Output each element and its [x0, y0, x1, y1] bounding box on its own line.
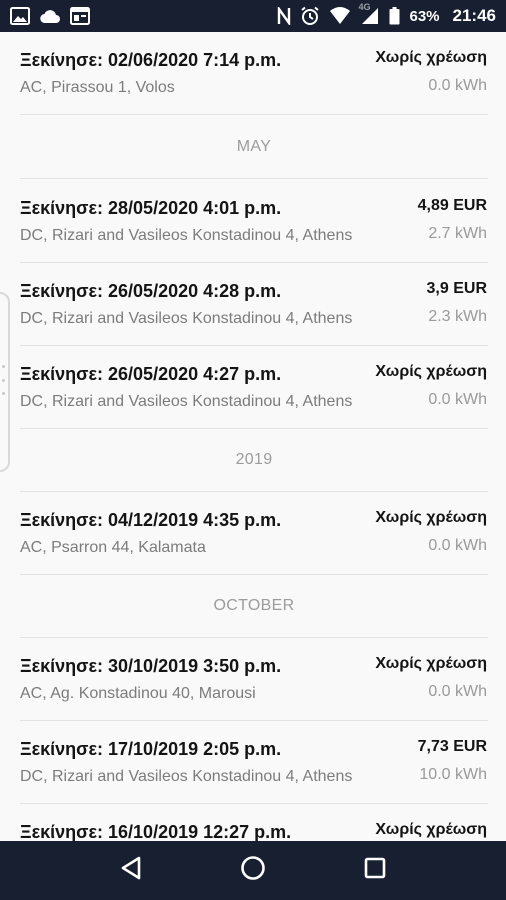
session-start-title: Ξεκίνησε: 26/05/2020 4:28 p.m.: [20, 281, 282, 301]
status-bar: 4G 63% 21:46: [0, 0, 506, 32]
session-location: DC, Rizari and Vasileos Konstadinou 4, A…: [20, 310, 353, 327]
session-energy: 2.7 kWh: [428, 225, 487, 242]
image-icon: [10, 6, 30, 26]
alarm-icon: [300, 6, 320, 26]
session-start-title: Ξεκίνησε: 17/10/2019 2:05 p.m.: [20, 739, 282, 759]
home-icon: [240, 855, 266, 886]
session-price: Χωρίς χρέωση: [375, 509, 487, 526]
section-header-october: OCTOBER: [20, 575, 488, 638]
session-row[interactable]: Ξεκίνησε: 02/06/2020 7:14 p.m. AC, Piras…: [20, 32, 488, 115]
session-location: AC, Psarron 44, Kalamata: [20, 539, 206, 556]
system-navigation-bar: [0, 841, 506, 900]
session-start-title: Ξεκίνησε: 04/12/2019 4:35 p.m.: [20, 510, 282, 530]
status-bar-left-icons: [10, 6, 90, 26]
session-energy: 0.0 kWh: [428, 683, 487, 700]
session-energy: 2.3 kWh: [428, 308, 487, 325]
session-energy: 0.0 kWh: [428, 391, 487, 408]
session-location: DC, Rizari and Vasileos Konstadinou 4, A…: [20, 227, 353, 244]
session-energy: 0.0 kWh: [428, 77, 487, 94]
session-price: Χωρίς χρέωση: [375, 49, 487, 66]
back-icon: [120, 856, 142, 885]
network-type-label: 4G: [358, 2, 371, 12]
status-bar-right-icons: 4G 63% 21:46: [277, 2, 496, 26]
drawer-handle-dots: [2, 365, 6, 395]
session-row[interactable]: Ξεκίνησε: 16/10/2019 12:27 p.m. Χωρίς χρ…: [20, 804, 488, 841]
session-price: 4,89 EUR: [417, 197, 487, 214]
home-button[interactable]: [229, 847, 277, 895]
signal-icon: 4G: [358, 2, 380, 26]
session-price: Χωρίς χρέωση: [375, 821, 487, 838]
session-location: AC, Pirassou 1, Volos: [20, 79, 175, 96]
section-header-may: MAY: [20, 116, 488, 179]
session-energy: 10.0 kWh: [419, 766, 487, 783]
session-location: DC, Rizari and Vasileos Konstadinou 4, A…: [20, 768, 353, 785]
back-button[interactable]: [107, 847, 155, 895]
session-start-title: Ξεκίνησε: 30/10/2019 3:50 p.m.: [20, 656, 282, 676]
calendar-app-icon: [70, 6, 90, 26]
session-start-title: Ξεκίνησε: 02/06/2020 7:14 p.m.: [20, 50, 282, 70]
charging-history-list[interactable]: Ξεκίνησε: 02/06/2020 7:14 p.m. AC, Piras…: [0, 32, 506, 841]
cloud-icon: [39, 6, 61, 26]
session-location: AC, Ag. Konstadinou 40, Marousi: [20, 685, 256, 702]
wifi-icon: [329, 6, 351, 26]
session-row[interactable]: Ξεκίνησε: 26/05/2020 4:27 p.m. DC, Rizar…: [20, 346, 488, 429]
session-row[interactable]: Ξεκίνησε: 28/05/2020 4:01 p.m. DC, Rizar…: [20, 180, 488, 263]
session-start-title: Ξεκίνησε: 28/05/2020 4:01 p.m.: [20, 198, 282, 218]
session-price: Χωρίς χρέωση: [375, 363, 487, 380]
recents-icon: [364, 857, 386, 884]
session-price: 7,73 EUR: [417, 738, 487, 755]
session-start-title: Ξεκίνησε: 26/05/2020 4:27 p.m.: [20, 364, 282, 384]
session-location: DC, Rizari and Vasileos Konstadinou 4, A…: [20, 393, 353, 410]
session-price: 3,9 EUR: [426, 280, 487, 297]
session-row[interactable]: Ξεκίνησε: 04/12/2019 4:35 p.m. AC, Psarr…: [20, 492, 488, 575]
section-header-2019: 2019: [20, 429, 488, 492]
session-start-title: Ξεκίνησε: 16/10/2019 12:27 p.m.: [20, 822, 292, 841]
session-row[interactable]: Ξεκίνησε: 17/10/2019 2:05 p.m. DC, Rizar…: [20, 721, 488, 804]
session-row[interactable]: Ξεκίνησε: 30/10/2019 3:50 p.m. AC, Ag. K…: [20, 638, 488, 721]
session-row[interactable]: Ξεκίνησε: 26/05/2020 4:28 p.m. DC, Rizar…: [20, 263, 488, 346]
session-energy: 0.0 kWh: [428, 537, 487, 554]
battery-percent: 63%: [409, 7, 440, 25]
nfc-icon: [277, 6, 291, 26]
recents-button[interactable]: [351, 847, 399, 895]
clock: 21:46: [452, 6, 496, 25]
battery-icon: [389, 6, 400, 26]
session-price: Χωρίς χρέωση: [375, 655, 487, 672]
